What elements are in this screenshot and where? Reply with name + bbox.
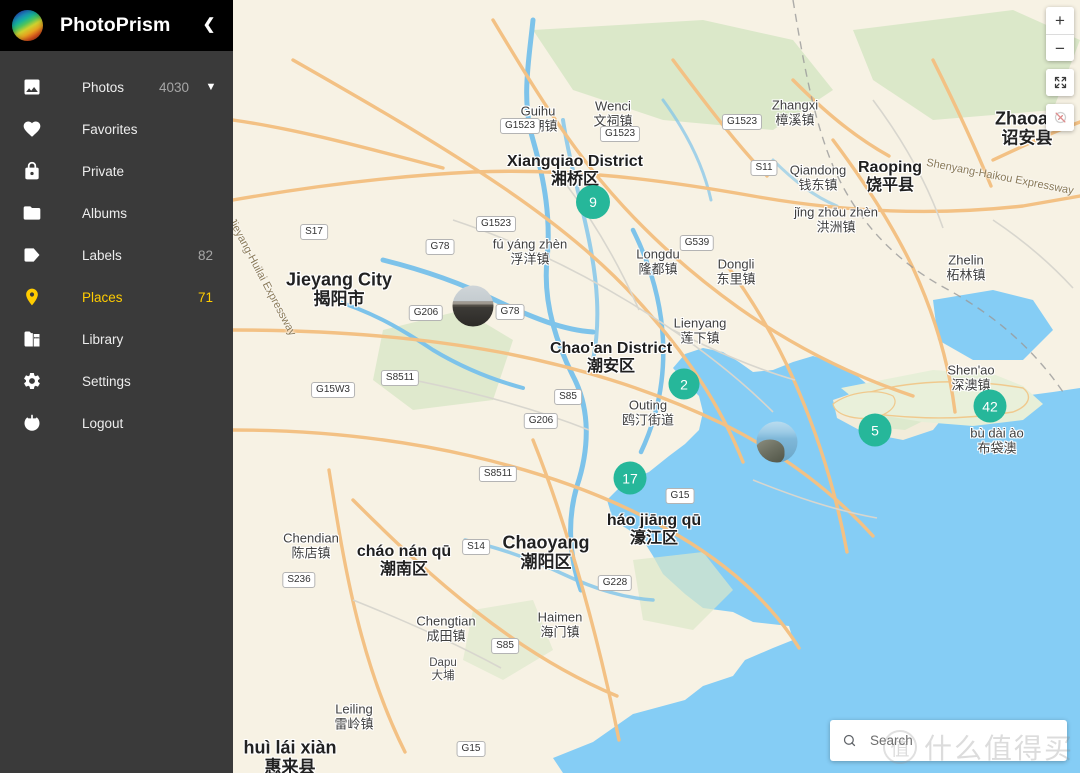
photoprism-app: PhotoPrism ❮ Photos 4030 ▼ Favorites Pri… (0, 0, 1080, 773)
photo-cluster-marker[interactable]: 5 (858, 413, 892, 447)
heart-icon (20, 117, 44, 141)
sidebar-item-count: 71 (197, 289, 213, 305)
power-icon (20, 411, 44, 435)
sidebar-nav: Photos 4030 ▼ Favorites Private Albums L… (0, 51, 233, 444)
sidebar-item-private[interactable]: Private (0, 150, 233, 192)
sidebar-item-label: Private (82, 163, 125, 179)
image-icon (20, 75, 44, 99)
search-input[interactable] (870, 733, 1055, 748)
cluster-count: 2 (680, 376, 688, 392)
sidebar-item-label: Labels (82, 247, 122, 263)
photo-cluster-marker[interactable]: 9 (576, 185, 610, 219)
gear-icon (20, 369, 44, 393)
map-pin-icon (20, 285, 44, 309)
cluster-count: 5 (871, 422, 879, 438)
photo-cluster-marker[interactable]: 2 (668, 368, 700, 400)
sidebar-header: PhotoPrism ❮ (0, 0, 233, 51)
search-bar[interactable] (830, 720, 1067, 761)
sidebar-item-label: Settings (82, 373, 131, 389)
photo-marker-coast[interactable] (756, 421, 798, 463)
sidebar-item-label: Favorites (82, 121, 138, 137)
cluster-count: 9 (589, 194, 597, 210)
lock-icon (20, 159, 44, 183)
sidebar-item-count: 4030 (158, 79, 189, 95)
brand-title: PhotoPrism (60, 14, 171, 36)
sidebar-item-favorites[interactable]: Favorites (0, 108, 233, 150)
photo-cluster-marker[interactable]: 17 (613, 461, 647, 495)
sidebar-item-albums[interactable]: Albums (0, 192, 233, 234)
map-geometry (233, 0, 1080, 773)
sidebar-item-settings[interactable]: Settings (0, 360, 233, 402)
sidebar-item-labels[interactable]: Labels 82 (0, 234, 233, 276)
folder-icon (20, 201, 44, 225)
sidebar-item-label: Logout (82, 415, 124, 431)
zoom-out-button[interactable]: − (1046, 34, 1074, 61)
zoom-control-group: + − (1046, 7, 1074, 61)
fullscreen-control-group (1046, 69, 1074, 96)
library-icon (20, 327, 44, 351)
sidebar-item-label: Albums (82, 205, 128, 221)
photo-marker-street[interactable] (452, 285, 494, 327)
sidebar: PhotoPrism ❮ Photos 4030 ▼ Favorites Pri… (0, 0, 233, 773)
zoom-in-button[interactable]: + (1046, 7, 1074, 34)
sidebar-item-photos[interactable]: Photos 4030 ▼ (0, 66, 233, 108)
sidebar-item-logout[interactable]: Logout (0, 402, 233, 444)
cluster-count: 17 (622, 470, 638, 486)
map-canvas[interactable]: Guihu 归湖镇 Wenci 文祠镇 Zhangxi 樟溪镇 Zhaoan 诏安县 Xiang… (233, 0, 1080, 773)
expand-arrows-icon[interactable] (1046, 69, 1074, 96)
rainbow-sphere-logo (12, 10, 43, 41)
sidebar-item-label: Library (82, 331, 124, 347)
search-icon (842, 733, 859, 748)
chevron-down-icon[interactable]: ▼ (205, 81, 217, 93)
map-controls: + − (1046, 7, 1074, 131)
sidebar-item-label: Places (82, 289, 123, 305)
sidebar-item-count: 82 (197, 247, 213, 263)
cluster-count: 42 (982, 398, 998, 414)
compass-disabled-icon[interactable] (1046, 104, 1074, 131)
tag-icon (20, 243, 44, 267)
compass-control-group (1046, 104, 1074, 131)
sidebar-item-library[interactable]: Library (0, 318, 233, 360)
photo-cluster-marker[interactable]: 42 (973, 389, 1007, 423)
sidebar-item-label: Photos (82, 79, 125, 95)
sidebar-item-places[interactable]: Places 71 (0, 276, 233, 318)
chevron-left-icon[interactable]: ❮ (198, 15, 220, 37)
